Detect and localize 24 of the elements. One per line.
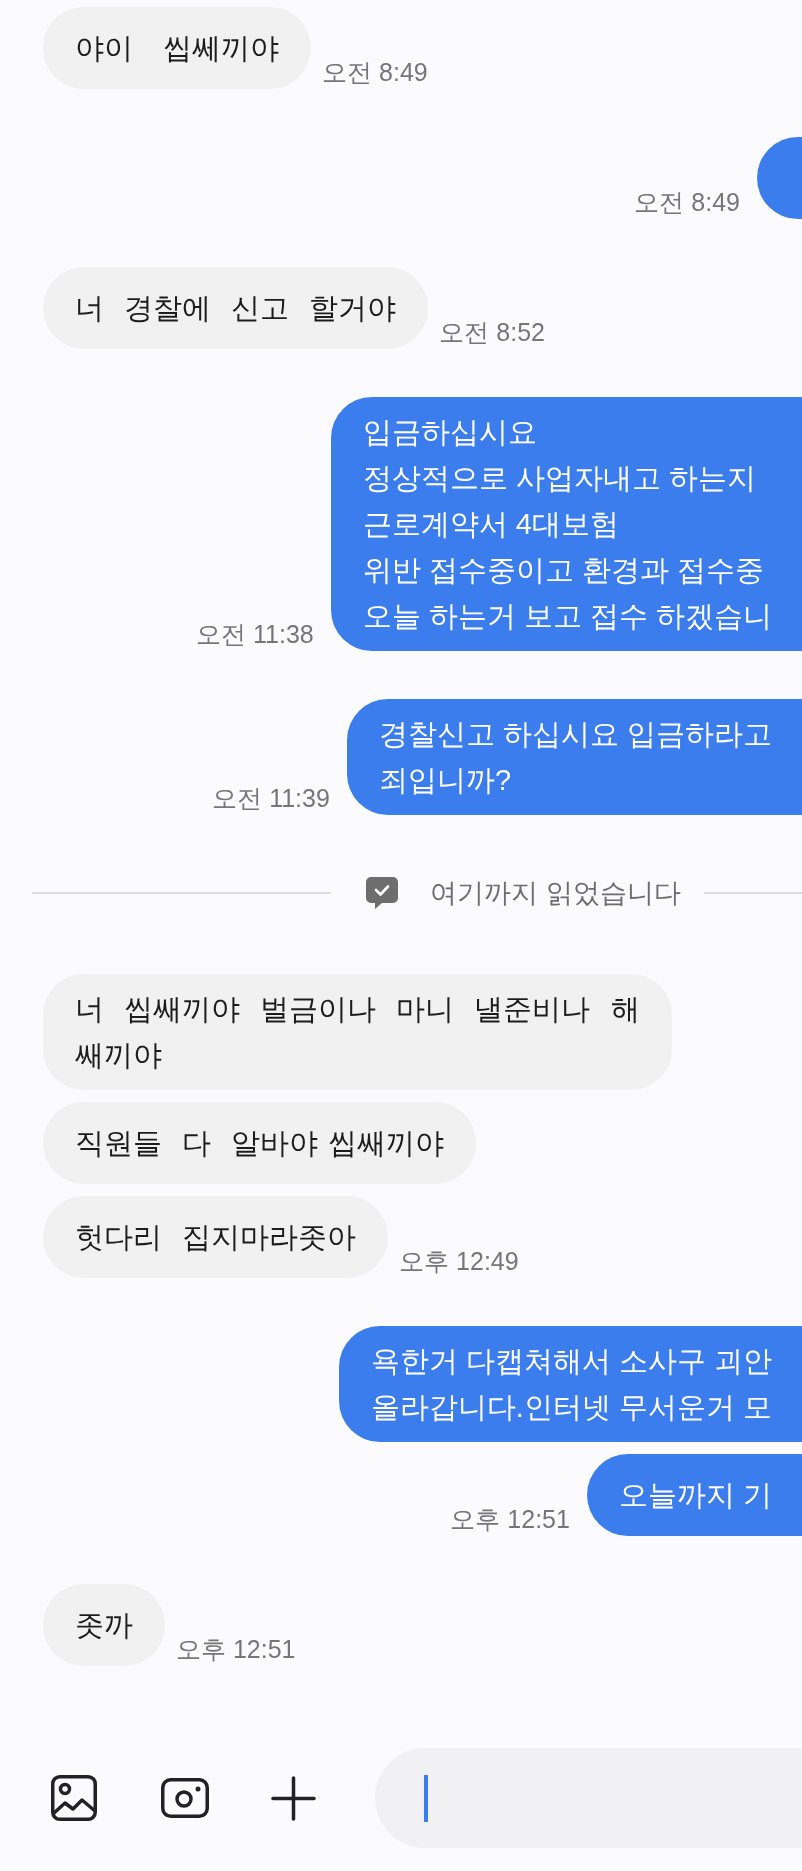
received-message-bubble: 야이 씹쎄끼야 xyxy=(43,7,312,89)
message-time: 오전 11:39 xyxy=(212,783,330,813)
message-time: 오후 12:51 xyxy=(176,1634,296,1664)
received-message-bubble: 너 경찰에 신고 할거야 xyxy=(43,267,429,349)
received-message-bubble: 좃까 xyxy=(43,1584,165,1666)
speech-bubble-check-icon xyxy=(365,876,399,910)
sent-message-bubble: 입금하십시요 정상적으로 사업자내고 하는지 근로계약서 4대보험 위반 접수중이고 환경과 접수중 오늘 하는거 보고 접수 하겠습니 xyxy=(330,397,802,651)
message-time: 오후 12:51 xyxy=(450,1504,570,1534)
message-input-field[interactable] xyxy=(375,1748,802,1848)
message-time: 오전 8:49 xyxy=(634,187,740,217)
message-time: 오전 8:49 xyxy=(322,57,428,87)
received-message-bubble: 직원들 다 알바야 씹쌔끼야 xyxy=(43,1102,477,1184)
message-time: 오전 8:52 xyxy=(439,317,545,347)
camera-icon[interactable] xyxy=(161,1778,209,1818)
message-time: 오후 12:49 xyxy=(399,1246,519,1276)
read-marker-label: 여기까지 읽었습니다 xyxy=(430,877,681,910)
image-icon[interactable] xyxy=(51,1775,97,1821)
sent-message-bubble: 욕한거 다캡쳐해서 소사구 괴안 올라갑니다.인터넷 무서운거 모 xyxy=(338,1326,802,1442)
received-message-bubble: 헛다리 집지마라좃아 xyxy=(43,1196,389,1278)
received-message-bubble: 너 씹쌔끼야 벌금이나 마니 낼준비나 해 쌔끼야 xyxy=(43,974,672,1090)
sent-message-bubble: 오늘까지 기 xyxy=(586,1454,802,1536)
message-time: 오전 11:38 xyxy=(196,619,314,649)
sent-message-bubble: 경찰신고 하십시요 입금하라고 죄입니까? xyxy=(346,699,802,815)
plus-icon[interactable] xyxy=(271,1775,316,1821)
